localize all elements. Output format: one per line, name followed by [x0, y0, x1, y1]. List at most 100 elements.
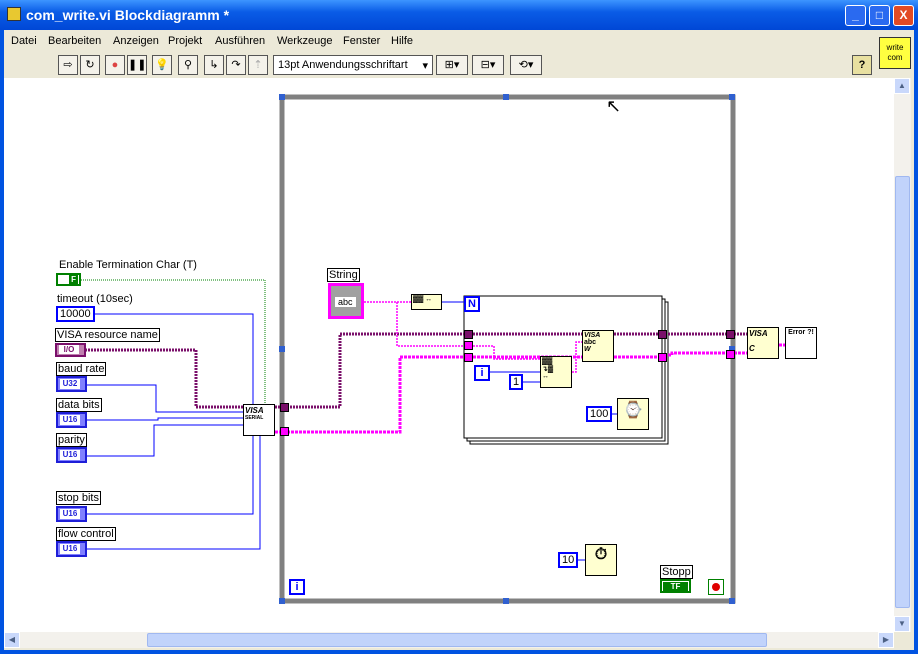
stop-bits-type: U16 [60, 509, 80, 519]
stop-label: Stopp [660, 565, 693, 579]
string-label: String [327, 268, 360, 282]
stop-sign-icon [712, 583, 720, 591]
step-into-icon[interactable]: ↳ [204, 55, 224, 75]
stop-button-control[interactable]: TF [660, 579, 691, 593]
abort-icon[interactable]: ● [105, 55, 125, 75]
string-subset-node[interactable]: ▓▓ ↴▓ ↔ [540, 356, 572, 388]
vertical-scroll-thumb[interactable] [895, 176, 910, 608]
menu-fenster[interactable]: Fenster [343, 35, 380, 47]
scroll-left-button[interactable]: ◀ [4, 632, 20, 648]
enable-term-value: F [69, 275, 78, 284]
labview-app-icon [7, 7, 21, 21]
pause-icon[interactable]: ❚❚ [127, 55, 147, 75]
visa-close-node[interactable]: VISA C [747, 327, 779, 359]
visa-serial-line2: SERIAL [245, 415, 264, 421]
menu-datei[interactable]: Datei [11, 35, 37, 47]
parity-label: parity [56, 433, 87, 447]
vi-icon-line1: write [886, 43, 904, 52]
maximize-button[interactable]: □ [869, 5, 890, 26]
data-bits-label: data bits [56, 398, 102, 412]
timeout-label: timeout (10sec) [56, 293, 134, 305]
enable-term-label: Enable Termination Char (T) [58, 259, 198, 271]
distribute-objects-icon[interactable]: ⊟▾ [472, 55, 504, 75]
block-diagram-canvas[interactable]: Enable Termination Char (T) F timeout (1… [4, 78, 894, 632]
title-bar: com_write.vi Blockdiagramm * _ □ X [0, 0, 918, 30]
visa-serial-line1: VISA [245, 406, 264, 415]
visa-write-line3: W [584, 346, 591, 353]
close-button[interactable]: X [893, 5, 914, 26]
reorder-icon[interactable]: ⟲▾ [510, 55, 542, 75]
flow-control-label: flow control [56, 527, 116, 541]
retain-wire-values-icon[interactable]: ⚲ [178, 55, 198, 75]
enable-term-constant[interactable]: F [56, 273, 81, 286]
vertical-scrollbar[interactable]: ▲ ▼ [894, 78, 911, 632]
step-out-icon[interactable]: ⇡ [248, 55, 268, 75]
horizontal-scrollbar[interactable]: ◀ ▶ [4, 632, 894, 648]
vi-icon: write com [879, 37, 911, 69]
highlight-execution-icon[interactable]: 💡 [152, 55, 172, 75]
run-continuously-icon[interactable]: ↻ [80, 55, 100, 75]
scroll-down-button[interactable]: ▼ [894, 616, 910, 632]
data-bits-control[interactable]: U16 [56, 412, 87, 428]
for-visa-tunnel [464, 330, 473, 339]
string-value: abc [335, 297, 356, 307]
step-over-icon[interactable]: ↷ [226, 55, 246, 75]
visa-configure-serial-node[interactable]: VISA SERIAL [243, 404, 275, 436]
menu-bearbeiten[interactable]: Bearbeiten [48, 35, 101, 47]
menu-ausfuehren[interactable]: Ausführen [215, 35, 265, 47]
visa-write-node[interactable]: VISA abc W [582, 330, 614, 362]
subset-length-constant[interactable]: 1 [509, 374, 524, 390]
horizontal-scroll-thumb[interactable] [147, 633, 767, 647]
string-control[interactable]: abc [328, 283, 364, 319]
flow-control-type: U16 [60, 544, 80, 554]
chevron-down-icon: ▾ [422, 60, 428, 72]
baud-rate-label: baud rate [56, 362, 107, 376]
help-button[interactable]: ? [852, 55, 872, 75]
baud-rate-type: U32 [60, 379, 80, 389]
visa-close-line2: C [749, 344, 755, 353]
for-string-tunnel [464, 341, 473, 350]
parity-control[interactable]: U16 [56, 447, 87, 463]
menu-bar: Datei Bearbeiten Anzeigen Projekt Ausfüh… [4, 30, 876, 51]
menu-anzeigen[interactable]: Anzeigen [113, 35, 159, 47]
visa-close-line1: VISA [749, 329, 768, 338]
visa-resource-control[interactable]: I/O [55, 343, 86, 357]
minimize-button[interactable]: _ [845, 5, 866, 26]
menu-werkzeuge[interactable]: Werkzeuge [277, 35, 332, 47]
visa-write-line1: VISA [584, 332, 601, 339]
visa-write-line2: abc [584, 339, 597, 346]
string-length-node[interactable]: ▓▓ ↔ [411, 294, 442, 310]
while-loop-index-terminal: i [289, 579, 305, 595]
loop-wait-constant[interactable]: 10 [558, 552, 579, 568]
baud-rate-control[interactable]: U32 [56, 376, 87, 392]
flow-control-control[interactable]: U16 [56, 541, 87, 557]
font-dropdown[interactable]: 13pt Anwendungsschriftart ▾ [273, 55, 433, 75]
parity-type: U16 [60, 450, 80, 460]
wait-ms-constant[interactable]: 100 [586, 406, 613, 422]
for-visa-out-tunnel [658, 330, 667, 339]
for-loop-count-terminal[interactable]: N [464, 296, 480, 312]
error-tunnel-left [280, 427, 289, 436]
timeout-constant[interactable]: 10000 [56, 306, 95, 322]
menu-projekt[interactable]: Projekt [168, 35, 202, 47]
stop-value: TF [663, 582, 688, 591]
visa-tunnel-right [726, 330, 735, 339]
error-tunnel-right [726, 350, 735, 359]
menu-hilfe[interactable]: Hilfe [391, 35, 413, 47]
run-arrow-icon[interactable]: ⇨ [58, 55, 78, 75]
visa-resource-label: VISA resource name [55, 328, 160, 342]
stop-bits-label: stop bits [56, 491, 101, 505]
stop-bits-control[interactable]: U16 [56, 506, 87, 522]
wait-ms-icon[interactable]: ⌚ [617, 398, 649, 430]
for-error-tunnel [464, 353, 473, 362]
metronome-wait-icon[interactable]: ⏱ [585, 544, 617, 576]
scroll-right-button[interactable]: ▶ [878, 632, 894, 648]
scroll-up-button[interactable]: ▲ [894, 78, 910, 94]
font-value: 13pt Anwendungsschriftart [278, 59, 408, 71]
simple-error-handler-node[interactable]: Error ?! [785, 327, 817, 359]
align-objects-icon[interactable]: ⊞▾ [436, 55, 468, 75]
window-title: com_write.vi Blockdiagramm * [26, 7, 230, 23]
toolbar: ⇨ ↻ ● ❚❚ 💡 ⚲ ↳ ↷ ⇡ 13pt Anwendungsschrif… [4, 51, 876, 77]
loop-condition-terminal[interactable] [708, 579, 724, 595]
visa-resource-value: I/O [59, 345, 79, 354]
